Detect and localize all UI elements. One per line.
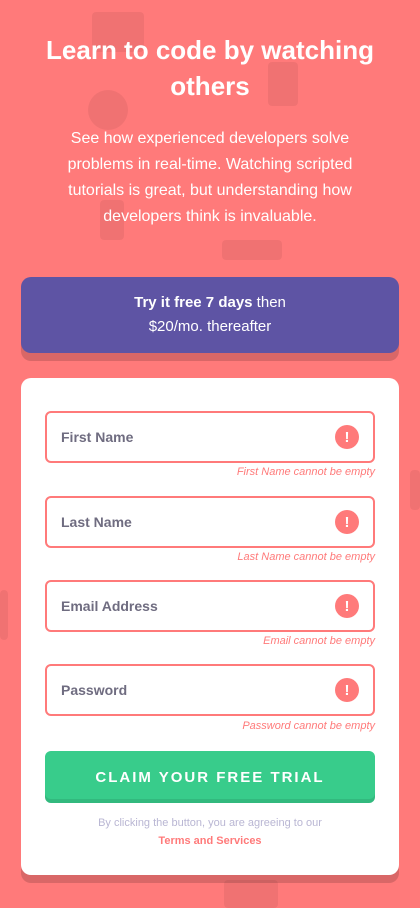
password-field: ! <box>45 664 375 716</box>
claim-trial-button[interactable]: CLAIM YOUR FREE TRIAL <box>45 751 375 803</box>
error-icon: ! <box>335 678 359 702</box>
error-icon: ! <box>335 425 359 449</box>
signup-form: ! First Name cannot be empty ! Last Name… <box>21 378 399 875</box>
email-input[interactable] <box>61 598 335 614</box>
first-name-field: ! <box>45 411 375 463</box>
first-name-error: First Name cannot be empty <box>236 466 375 478</box>
last-name-error: Last Name cannot be empty <box>237 551 375 563</box>
hero-title: Learn to code by watching others <box>46 35 374 101</box>
offer-banner: Try it free 7 days then $20/mo. thereaft… <box>21 277 399 353</box>
terms-link[interactable]: Terms and Services <box>21 832 399 850</box>
terms-text: By clicking the button, you are agreeing… <box>98 817 322 829</box>
last-name-field: ! <box>45 496 375 548</box>
password-error: Password cannot be empty <box>242 720 375 732</box>
error-icon: ! <box>335 510 359 534</box>
terms-notice: By clicking the button, you are agreeing… <box>21 814 399 850</box>
offer-then-text: then <box>252 294 286 311</box>
offer-price-text: $20/mo. thereafter <box>148 318 272 335</box>
offer-line-1: Try it free 7 days then <box>21 291 399 315</box>
hero-description: See how experienced developers solve pro… <box>67 130 353 225</box>
first-name-input[interactable] <box>61 429 335 445</box>
offer-bold-text: Try it free 7 days <box>134 294 253 311</box>
error-icon: ! <box>335 594 359 618</box>
email-error: Email cannot be empty <box>263 635 375 647</box>
password-input[interactable] <box>61 682 335 698</box>
last-name-input[interactable] <box>61 514 335 530</box>
hero-section: Learn to code by watching others See how… <box>0 32 420 230</box>
email-field: ! <box>45 580 375 632</box>
